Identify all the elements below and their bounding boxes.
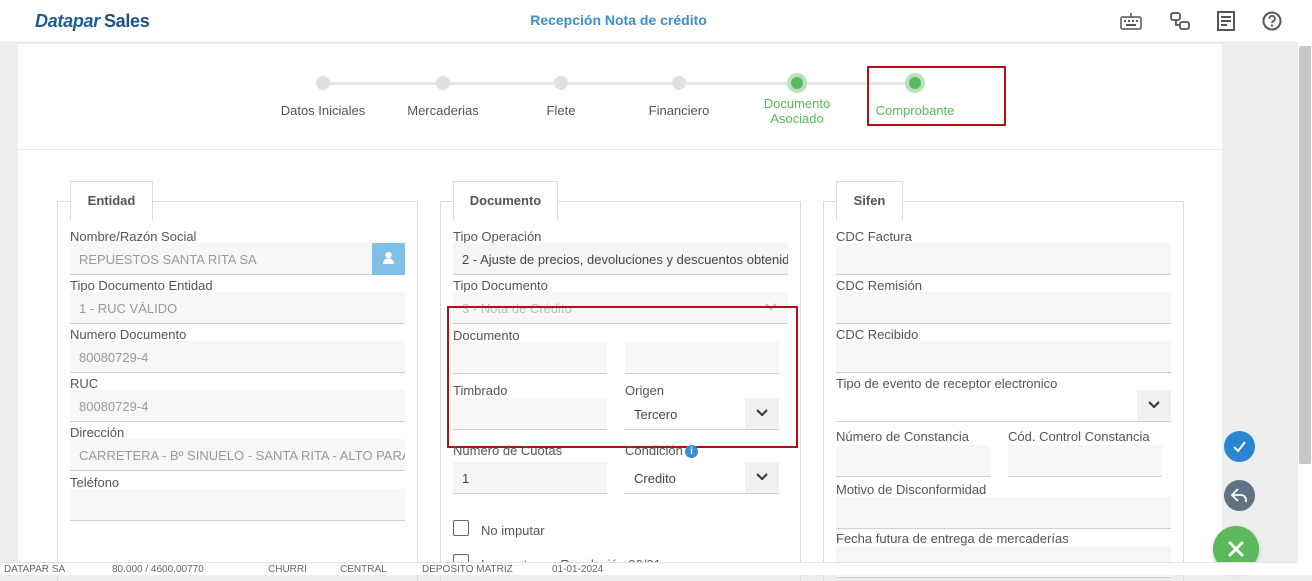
ruc-field[interactable]: 80080729-4	[70, 390, 405, 422]
status-date: 01-01-2024	[552, 564, 604, 575]
cod-control-label: Cód. Control Constancia	[1008, 429, 1150, 444]
tipo-evento-label: Tipo de evento de receptor electronico	[836, 376, 1058, 391]
condicion-label: Condición	[625, 443, 683, 458]
tipo-doc-entidad-field[interactable]: 1 - RUC VÁLIDO	[70, 292, 405, 324]
status-bar: DATAPAR SA 80.000 / 4600.00770 CHURRI CE…	[0, 562, 1298, 575]
direccion-label: Dirección	[70, 425, 125, 440]
reply-icon	[1230, 488, 1247, 502]
chevron-down-icon	[756, 473, 768, 481]
entidad-tab[interactable]: Entidad	[70, 181, 153, 221]
step-dot	[554, 76, 568, 90]
status-deposit: DEPOSITO MATRIZ	[422, 564, 513, 575]
step-label: Mercaderias	[407, 103, 479, 118]
tipo-evento-dropdown[interactable]	[1137, 390, 1171, 422]
flow-icon[interactable]	[1169, 10, 1191, 32]
numero-doc-label: Numero Documento	[70, 327, 187, 342]
status-company: DATAPAR SA	[4, 564, 66, 575]
telefono-field[interactable]	[70, 489, 405, 521]
tipo-doc-entidad-label: Tipo Documento Entidad	[70, 278, 213, 293]
tipo-documento-label: Tipo Documento	[453, 278, 548, 293]
step-label: Documento Asociado	[763, 96, 831, 126]
documento-tab[interactable]: Documento	[453, 181, 558, 221]
highlight-box-comprobante	[867, 66, 1006, 126]
telefono-label: Teléfono	[70, 475, 120, 490]
tipo-operacion-label: Tipo Operación	[453, 229, 542, 244]
help-icon[interactable]	[1261, 10, 1283, 32]
tipo-operacion-field[interactable]: 2 - Ajuste de precios, devoluciones y de…	[453, 243, 788, 275]
scrollbar-thumb[interactable]	[1299, 46, 1311, 464]
page-title: Recepción Nota de crédito	[530, 12, 707, 28]
no-imputar-label: No imputar	[481, 523, 545, 538]
direccion-field[interactable]: CARRETERA - Bº SINUELO - SANTA RITA - AL…	[70, 439, 405, 471]
num-constancia-field[interactable]	[836, 445, 990, 477]
nombre-field[interactable]: REPUESTOS SANTA RITA SA	[70, 243, 372, 275]
status-phone: 80.000 / 4600.00770	[112, 564, 204, 575]
condicion-select[interactable]: Credito	[625, 462, 745, 494]
cuotas-label: Numero de Cuotas	[453, 443, 563, 458]
back-button[interactable]	[1224, 480, 1255, 511]
step-dot	[787, 73, 807, 93]
user-icon	[383, 251, 394, 264]
user-search-button[interactable]	[372, 243, 405, 275]
num-constancia-label: Número de Constancia	[836, 429, 969, 444]
ruc-label: RUC	[70, 376, 99, 391]
cdc-remision-label: CDC Remisión	[836, 278, 922, 293]
step-dot	[436, 76, 450, 90]
wizard-stepper: Datos Iniciales Mercaderias Flete Financ…	[18, 44, 1222, 150]
cdc-recibido-field[interactable]	[836, 341, 1171, 373]
confirm-button[interactable]	[1224, 431, 1255, 462]
tipo-evento-select[interactable]	[836, 390, 1137, 422]
cod-control-field[interactable]	[1008, 445, 1162, 477]
fecha-futura-label: Fecha futura de entrega de mercaderías	[836, 531, 1069, 546]
step-dot	[316, 76, 330, 90]
numero-doc-field[interactable]: 80080729-4	[70, 341, 405, 373]
top-bar: Datapar Sales Recepción Nota de crédito	[0, 0, 1312, 43]
chevron-down-icon	[1148, 401, 1160, 409]
step-label: Flete	[546, 103, 576, 118]
main-content: Datos Iniciales Mercaderias Flete Financ…	[18, 44, 1222, 581]
sifen-tab[interactable]: Sifen	[836, 181, 903, 221]
cdc-factura-field[interactable]	[836, 243, 1171, 275]
keyboard-icon[interactable]	[1120, 10, 1142, 32]
cdc-factura-label: CDC Factura	[836, 229, 912, 244]
info-icon[interactable]: i	[685, 445, 698, 458]
status-user: CHURRI	[268, 564, 307, 575]
cdc-remision-field[interactable]	[836, 292, 1171, 324]
form-icon[interactable]	[1215, 10, 1237, 32]
no-imputar-checkbox[interactable]	[453, 520, 469, 536]
cuotas-field[interactable]: 1	[453, 462, 607, 494]
motivo-label: Motivo de Disconformidad	[836, 482, 987, 497]
step-label: Datos Iniciales	[280, 103, 366, 118]
check-icon	[1233, 441, 1246, 453]
nombre-label: Nombre/Razón Social	[70, 229, 197, 244]
status-branch: CENTRAL	[340, 564, 387, 575]
motivo-field[interactable]	[836, 497, 1171, 529]
step-dot	[672, 76, 686, 90]
highlight-box-documento	[447, 306, 798, 448]
stepper-line	[322, 82, 916, 85]
cdc-recibido-label: CDC Recibido	[836, 327, 919, 342]
condicion-dropdown[interactable]	[745, 462, 779, 494]
step-label: Financiero	[648, 103, 710, 118]
